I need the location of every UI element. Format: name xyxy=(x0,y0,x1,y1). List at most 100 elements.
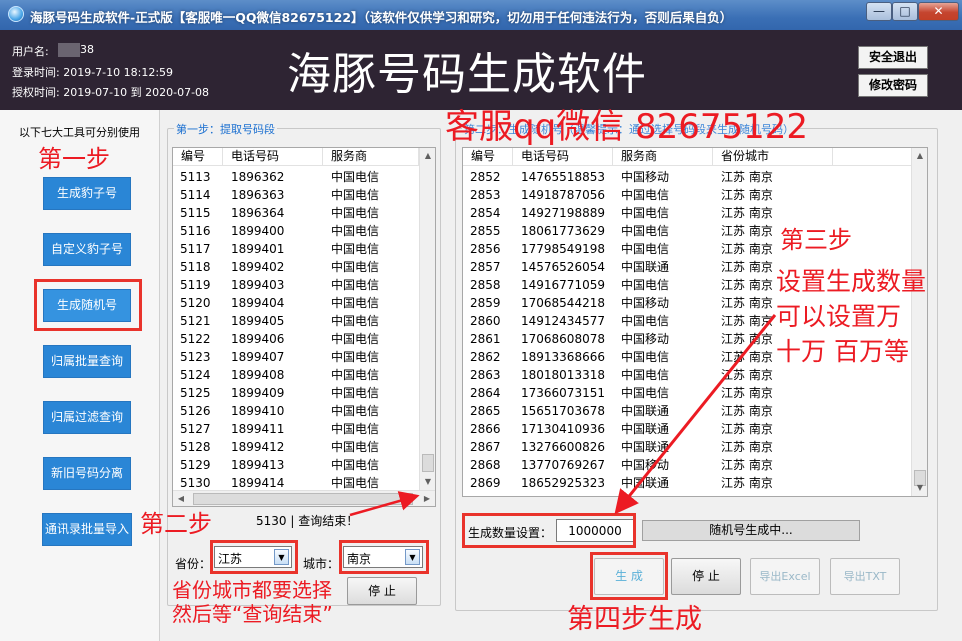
sidebar-caption: 以下七大工具可分别使用 xyxy=(19,126,140,139)
export-excel-button[interactable]: 导出Excel xyxy=(750,558,820,595)
scroll-right-icon[interactable]: ▶ xyxy=(419,491,435,506)
column-header-phone[interactable]: 电话号码 xyxy=(513,148,613,166)
column-header-carrier[interactable]: 服务商 xyxy=(323,148,419,166)
table-cell: 江苏 南京 xyxy=(721,458,773,472)
tool-button-leopard-number[interactable]: 生成豹子号 xyxy=(43,177,131,210)
table-row[interactable]: 5123 1899407 中国电信 xyxy=(173,348,435,366)
scroll-left-icon[interactable]: ◀ xyxy=(173,491,189,506)
table-cell: 14912434577 xyxy=(521,314,605,328)
table-row[interactable]: 5126 1899410 中国电信 xyxy=(173,402,435,420)
table-cell: 1899412 xyxy=(231,440,285,454)
table-row[interactable]: 5113 1896362 中国电信 xyxy=(173,168,435,186)
table-cell: 1899400 xyxy=(231,224,285,238)
table-row[interactable]: 5117 1899401 中国电信 xyxy=(173,240,435,258)
step2-stop-button[interactable]: 停 止 xyxy=(671,558,741,595)
scroll-up-icon[interactable]: ▲ xyxy=(420,148,435,164)
table-cell: 17366073151 xyxy=(521,386,605,400)
table-cell: 1899401 xyxy=(231,242,285,256)
export-txt-button[interactable]: 导出TXT xyxy=(830,558,900,595)
table-cell: 17068544218 xyxy=(521,296,605,310)
table-cell: 江苏 南京 xyxy=(721,332,773,346)
segment-vertical-scrollbar[interactable]: ▲ ▼ xyxy=(419,148,435,490)
column-header-region[interactable]: 省份城市 xyxy=(713,148,833,166)
table-row[interactable]: 5129 1899413 中国电信 xyxy=(173,456,435,474)
table-cell: 1896364 xyxy=(231,206,285,220)
table-row[interactable]: 5119 1899403 中国电信 xyxy=(173,276,435,294)
safe-exit-button[interactable]: 安全退出 xyxy=(858,46,928,69)
table-row[interactable]: 5125 1899409 中国电信 xyxy=(173,384,435,402)
table-cell: 中国联通 xyxy=(621,440,670,454)
table-row[interactable]: 5124 1899408 中国电信 xyxy=(173,366,435,384)
chevron-down-icon[interactable]: ▼ xyxy=(405,549,420,565)
table-row[interactable]: 2866 17130410936 中国联通 江苏 南京 xyxy=(463,420,903,438)
segment-list[interactable]: 编号 电话号码 服务商 5113 1896362 中国电信 5114 1896363 中国… xyxy=(172,147,436,507)
table-cell: 13276600826 xyxy=(521,440,605,454)
table-row[interactable]: 2853 14918787056 中国电信 江苏 南京 xyxy=(463,186,903,204)
tool-button-random-number[interactable]: 生成随机号 xyxy=(43,289,131,322)
close-button[interactable]: ✕ xyxy=(918,2,959,21)
table-cell: 江苏 南京 xyxy=(721,404,773,418)
table-cell: 江苏 南京 xyxy=(721,206,773,220)
table-cell: 2858 xyxy=(470,278,501,292)
table-row[interactable]: 2863 18018013318 中国电信 江苏 南京 xyxy=(463,366,903,384)
column-header-carrier[interactable]: 服务商 xyxy=(613,148,713,166)
scroll-thumb[interactable] xyxy=(422,454,434,472)
table-cell: 江苏 南京 xyxy=(721,170,773,184)
table-cell: 2854 xyxy=(470,206,501,220)
minimize-button[interactable]: — xyxy=(866,2,892,21)
table-row[interactable]: 2865 15651703678 中国联通 江苏 南京 xyxy=(463,402,903,420)
tool-button-batch-lookup[interactable]: 归属批量查询 xyxy=(43,345,131,378)
change-password-button[interactable]: 修改密码 xyxy=(858,74,928,97)
annotation-step-three-note-1: 设置生成数量 xyxy=(776,267,927,296)
table-row[interactable]: 5118 1899402 中国电信 xyxy=(173,258,435,276)
scroll-up-icon[interactable]: ▲ xyxy=(912,148,927,164)
table-row[interactable]: 5127 1899411 中国电信 xyxy=(173,420,435,438)
table-row[interactable]: 2852 14765518853 中国移动 江苏 南京 xyxy=(463,168,903,186)
table-row[interactable]: 2868 13770769267 中国移动 江苏 南京 xyxy=(463,456,903,474)
city-select[interactable]: 南京 ▼ xyxy=(343,546,423,568)
table-row[interactable]: 2854 14927198889 中国电信 江苏 南京 xyxy=(463,204,903,222)
result-vertical-scrollbar[interactable]: ▲ ▼ xyxy=(911,148,927,496)
table-row[interactable]: 5115 1896364 中国电信 xyxy=(173,204,435,222)
tool-button-contacts-import[interactable]: 通讯录批量导入 xyxy=(42,513,132,546)
table-cell: 中国电信 xyxy=(331,188,380,202)
table-cell: 江苏 南京 xyxy=(721,224,773,238)
segment-horizontal-scrollbar[interactable]: ◀ ▶ xyxy=(173,490,435,506)
chevron-down-icon[interactable]: ▼ xyxy=(274,549,289,565)
column-header-id[interactable]: 编号 xyxy=(463,148,513,166)
annotation-step-one: 第一步 xyxy=(38,145,110,173)
tool-button-custom-leopard-number[interactable]: 自定义豹子号 xyxy=(43,233,131,266)
table-cell: 1899406 xyxy=(231,332,285,346)
count-input[interactable] xyxy=(556,519,634,542)
table-row[interactable]: 5128 1899412 中国电信 xyxy=(173,438,435,456)
table-row[interactable]: 2869 18652925323 中国联通 江苏 南京 xyxy=(463,474,903,492)
province-select[interactable]: 江苏 ▼ xyxy=(214,546,292,568)
maximize-button[interactable]: □ xyxy=(892,2,918,21)
table-row[interactable]: 2864 17366073151 中国电信 江苏 南京 xyxy=(463,384,903,402)
table-cell: 江苏 南京 xyxy=(721,260,773,274)
table-row[interactable]: 5114 1896363 中国电信 xyxy=(173,186,435,204)
column-header-id[interactable]: 编号 xyxy=(173,148,223,166)
scroll-down-icon[interactable]: ▼ xyxy=(420,474,435,490)
table-cell: 中国电信 xyxy=(331,224,380,238)
table-row[interactable]: 5122 1899406 中国电信 xyxy=(173,330,435,348)
table-cell: 中国电信 xyxy=(621,386,670,400)
tool-button-old-new-split[interactable]: 新旧号码分离 xyxy=(43,457,131,490)
horizontal-scroll-thumb[interactable] xyxy=(193,493,413,505)
column-header-phone[interactable]: 电话号码 xyxy=(223,148,323,166)
table-row[interactable]: 5120 1899404 中国电信 xyxy=(173,294,435,312)
title-bar[interactable]: 海豚号码生成软件-正式版【客服唯一QQ微信82675122】（该软件仅供学习和研… xyxy=(0,0,962,30)
table-cell: 5126 xyxy=(180,404,211,418)
table-cell: 2852 xyxy=(470,170,501,184)
table-cell: 1899402 xyxy=(231,260,285,274)
table-cell: 5115 xyxy=(180,206,211,220)
step1-stop-button[interactable]: 停 止 xyxy=(347,577,417,605)
table-row[interactable]: 5116 1899400 中国电信 xyxy=(173,222,435,240)
generate-button[interactable]: 生 成 xyxy=(594,558,664,595)
table-row[interactable]: 5121 1899405 中国电信 xyxy=(173,312,435,330)
table-cell: 2857 xyxy=(470,260,501,274)
table-row[interactable]: 2867 13276600826 中国联通 江苏 南京 xyxy=(463,438,903,456)
scroll-down-icon[interactable]: ▼ xyxy=(912,480,927,496)
tool-button-filter-lookup[interactable]: 归属过滤查询 xyxy=(43,401,131,434)
table-cell: 5121 xyxy=(180,314,211,328)
